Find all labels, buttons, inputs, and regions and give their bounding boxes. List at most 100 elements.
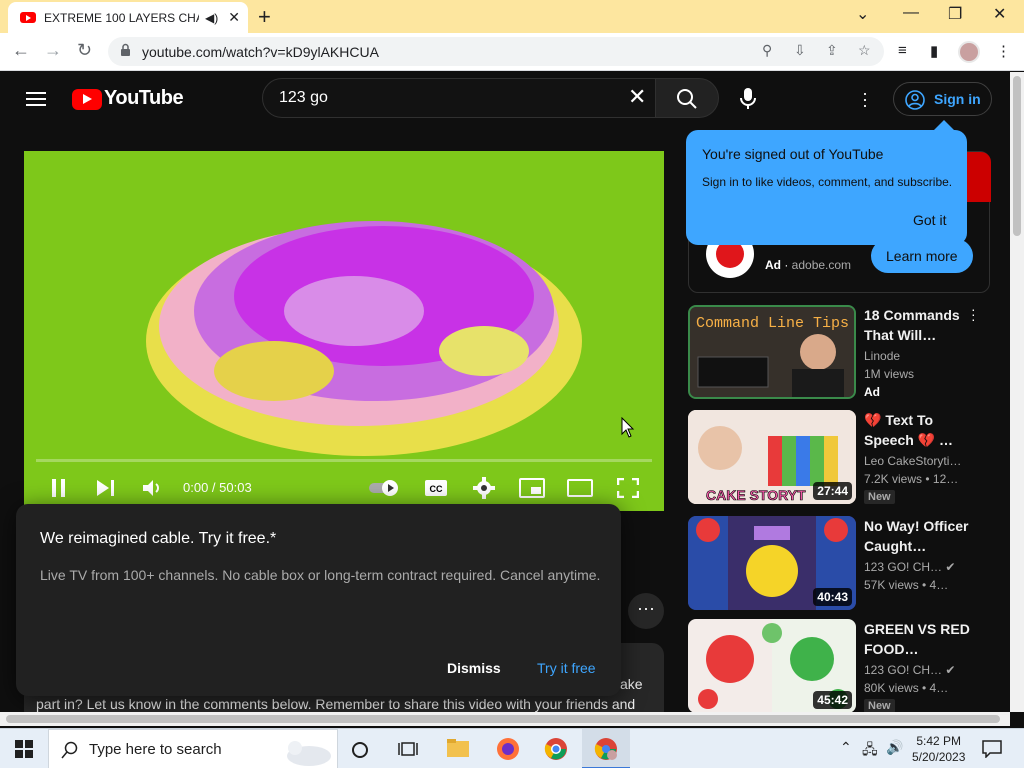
- rec-channel[interactable]: Linode: [864, 349, 900, 363]
- file-explorer-icon[interactable]: [446, 738, 470, 758]
- vertical-scroll-thumb[interactable]: [1013, 76, 1021, 236]
- more-actions-button[interactable]: ···: [628, 593, 664, 629]
- rec-title[interactable]: 💔 Text To Speech 💔 …: [864, 410, 974, 450]
- pause-icon[interactable]: [50, 478, 68, 498]
- taskbar-clock[interactable]: 5:42 PM 5/20/2023: [912, 733, 965, 765]
- address-bar[interactable]: youtube.com/watch?v=kD9ylAKHCUA ⚲ ⇩ ⇪ ☆: [108, 37, 884, 66]
- share-icon[interactable]: ⇪: [826, 42, 838, 59]
- rec-title[interactable]: 18 Commands That Will…: [864, 305, 974, 345]
- account-icon: [905, 90, 925, 110]
- verified-icon: ✔: [945, 560, 956, 574]
- sign-in-button[interactable]: Sign in: [893, 82, 992, 116]
- firefox-icon[interactable]: [496, 737, 520, 761]
- tab-search-chevron-icon[interactable]: ⌄: [856, 4, 869, 24]
- windows-taskbar: Type here to search ⌃ 🖧 🔊 5:42 PM 5/20/2…: [0, 728, 1024, 768]
- clock-time: 5:42 PM: [916, 734, 962, 748]
- fullscreen-icon[interactable]: [617, 478, 639, 498]
- horizontal-scroll-thumb[interactable]: [6, 715, 1000, 723]
- settings-menu-icon[interactable]: · · ·: [862, 84, 868, 114]
- tab-title: EXTREME 100 LAYERS CHALL: [44, 10, 199, 25]
- bookmark-star-icon[interactable]: ☆: [858, 42, 871, 59]
- rec-title[interactable]: GREEN VS RED FOOD…: [864, 619, 974, 659]
- tab-close-icon[interactable]: ✕: [228, 9, 240, 26]
- tooltip-title: You're signed out of YouTube: [702, 146, 884, 162]
- recommendation-item[interactable]: CAKE STORYT 27:44 💔 Text To Speech 💔 … L…: [688, 410, 990, 504]
- clear-search-icon[interactable]: ✕: [628, 84, 646, 110]
- video-player[interactable]: 0:00 / 50:03 CC: [24, 151, 664, 511]
- rec-channel-name: 123 GO! CH…: [864, 663, 943, 677]
- taskbar-search[interactable]: Type here to search: [48, 729, 338, 768]
- player-controls: 0:00 / 50:03 CC: [24, 469, 664, 509]
- verified-icon: ✔: [945, 663, 956, 677]
- autoplay-toggle[interactable]: [368, 479, 402, 497]
- rec-meta: 7.2K views • 12…: [864, 472, 959, 486]
- miniplayer-icon[interactable]: [519, 478, 545, 498]
- next-icon[interactable]: [96, 480, 116, 496]
- dismiss-button[interactable]: Dismiss: [447, 660, 501, 676]
- youtube-header: YouTube 123 go ✕ · · · Sign in: [0, 72, 1010, 128]
- promo-dialog: We reimagined cable. Try it free.* Live …: [16, 504, 621, 696]
- video-thumbnail[interactable]: 40:43: [688, 516, 856, 610]
- install-icon[interactable]: ⇩: [794, 42, 806, 59]
- browser-menu-icon[interactable]: ⋮: [996, 42, 1011, 60]
- video-progress-bar[interactable]: [36, 459, 652, 462]
- profile-avatar[interactable]: [958, 41, 980, 63]
- search-button[interactable]: [655, 78, 719, 118]
- rec-title[interactable]: No Way! Officer Caught…: [864, 516, 974, 556]
- video-thumbnail[interactable]: CAKE STORYT 27:44: [688, 410, 856, 504]
- browser-tab[interactable]: EXTREME 100 LAYERS CHALL ◀) ✕: [8, 2, 248, 33]
- recommendation-item[interactable]: 45:42 GREEN VS RED FOOD… 123 GO! CH… ✔ 8…: [688, 619, 990, 713]
- windows-start-icon[interactable]: [15, 740, 33, 758]
- video-thumbnail[interactable]: 45:42: [688, 619, 856, 713]
- rec-new-badge: New: [864, 699, 895, 713]
- taskbar-search-icon: [61, 741, 78, 759]
- new-tab-button[interactable]: +: [258, 4, 271, 30]
- cortana-icon[interactable]: [351, 741, 369, 759]
- browser-titlebar: EXTREME 100 LAYERS CHALL ◀) ✕ + ⌄ — ❐ ✕: [0, 0, 1024, 33]
- rec-menu-icon[interactable]: · · ·: [971, 302, 976, 326]
- horizontal-scrollbar[interactable]: [0, 712, 1010, 726]
- network-icon[interactable]: 🖧: [862, 739, 878, 763]
- notifications-icon[interactable]: [982, 740, 1002, 758]
- reload-icon[interactable]: ↻: [77, 40, 92, 61]
- tray-chevron-icon[interactable]: ⌃: [840, 739, 852, 756]
- volume-icon[interactable]: [142, 478, 164, 498]
- youtube-logo-text[interactable]: YouTube: [104, 87, 184, 110]
- try-it-free-button[interactable]: Try it free: [537, 660, 596, 676]
- polar-bear-image: [287, 741, 331, 766]
- rec-ad-badge: Ad: [864, 385, 880, 399]
- microphone-icon[interactable]: [730, 80, 766, 116]
- media-control-icon[interactable]: ≡: [898, 42, 907, 59]
- settings-gear-icon[interactable]: [473, 477, 495, 499]
- forward-icon[interactable]: →: [44, 40, 62, 61]
- promo-title: We reimagined cable. Try it free.*: [40, 530, 277, 547]
- rec-channel[interactable]: 123 GO! CH… ✔: [864, 560, 955, 574]
- back-icon[interactable]: ←: [12, 40, 30, 61]
- got-it-button[interactable]: Got it: [913, 212, 946, 228]
- side-panel-icon[interactable]: ▮: [930, 42, 938, 60]
- theater-mode-icon[interactable]: [567, 479, 593, 497]
- browser-toolbar: ← → ↻ youtube.com/watch?v=kD9ylAKHCUA ⚲ …: [0, 33, 1024, 71]
- search-input[interactable]: 123 go ✕: [262, 78, 656, 118]
- video-thumbnail[interactable]: Command Line Tips: [688, 305, 856, 399]
- close-window-button[interactable]: ✕: [993, 4, 1006, 24]
- task-view-icon[interactable]: [398, 740, 418, 758]
- rec-channel[interactable]: Leo CakeStoryti…: [864, 454, 961, 468]
- minimize-button[interactable]: —: [903, 4, 919, 22]
- speaker-icon[interactable]: 🔊: [886, 739, 903, 756]
- restore-button[interactable]: ❐: [948, 4, 962, 24]
- vertical-scrollbar[interactable]: [1010, 72, 1024, 712]
- recommendation-item[interactable]: 40:43 No Way! Officer Caught… 123 GO! CH…: [688, 516, 990, 610]
- tab-audio-icon[interactable]: ◀): [205, 11, 218, 25]
- zoom-search-icon[interactable]: ⚲: [762, 42, 772, 59]
- hamburger-menu-icon[interactable]: [26, 92, 46, 106]
- youtube-logo-icon[interactable]: [72, 89, 102, 110]
- chrome-icon[interactable]: [544, 737, 568, 761]
- video-duration: 45:42: [813, 691, 852, 709]
- description-text: part in? Let us know in the comments bel…: [36, 696, 636, 712]
- recommendation-item[interactable]: Command Line Tips 18 Commands That Will……: [688, 302, 990, 399]
- subtitles-icon[interactable]: CC: [424, 478, 448, 498]
- video-duration: 27:44: [813, 482, 852, 500]
- rec-channel[interactable]: 123 GO! CH… ✔: [864, 663, 955, 677]
- chrome-profile-taskbar-button[interactable]: [582, 729, 630, 768]
